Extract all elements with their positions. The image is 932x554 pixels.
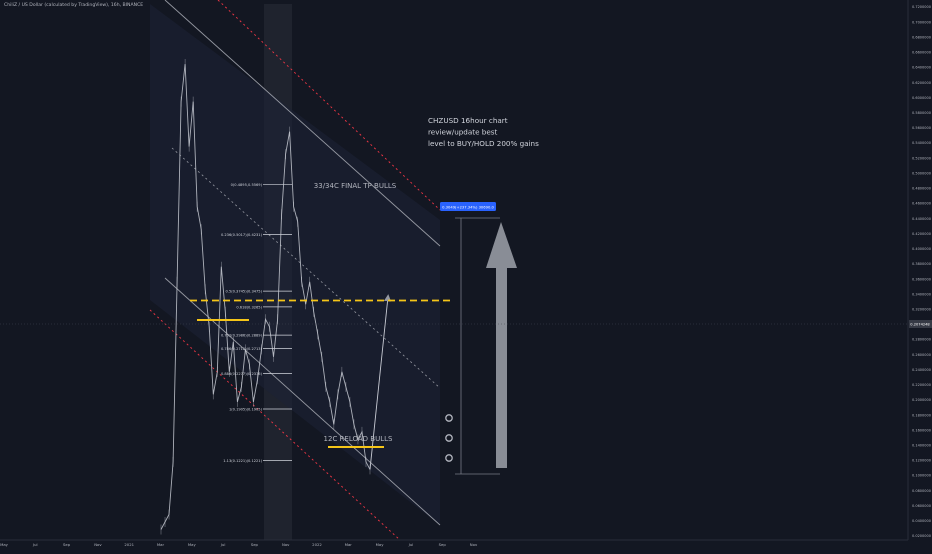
symbol-header: ChiliZ / US Dollar (calculated by Tradin… (4, 3, 144, 8)
time-tick-label: 2021 (124, 542, 134, 547)
chart-background (0, 0, 932, 550)
time-tick-label: May (376, 542, 385, 547)
price-tick-label: 0.3400000 (912, 292, 931, 296)
time-tick-label: 2022 (312, 542, 322, 547)
time-tick-label: Jul (32, 542, 38, 547)
price-tick-label: 0.1200000 (912, 459, 931, 463)
time-tick-label: Nov (282, 542, 290, 547)
price-tick-label: 0.2600000 (912, 353, 931, 357)
price-tick-label: 0.4400000 (912, 217, 931, 221)
price-tick-label: 0.7000000 (912, 20, 931, 24)
analysis-text-line: level to BUY/HOLD 200% gains (428, 139, 539, 148)
price-tick-label: 0.2800000 (912, 338, 931, 342)
price-tick-label: 0.6600000 (912, 51, 931, 55)
analysis-text-line: review/update best (428, 128, 498, 137)
fib-label: 0.618(0.3265) (236, 305, 262, 309)
fib-label: 0.886(0.2277)(0.2376) (221, 372, 263, 376)
price-tick-label: 0.3800000 (912, 262, 931, 266)
price-tick-label: 0.1000000 (912, 474, 931, 478)
price-tick-label: 0.6200000 (912, 81, 931, 85)
fib-label: 1(0.1905)(0.1905) (229, 408, 263, 412)
time-tick-label: Mar (345, 542, 353, 547)
price-tick-label: 0.2000000 (912, 398, 931, 402)
price-tick-label: 0.4800000 (912, 187, 931, 191)
price-tick-label: 0.7200000 (912, 5, 931, 9)
chart-root: 0(0.4895,0.5569) 0.236(0.5017)(0.4231) 0.5… (0, 0, 932, 550)
time-tick-label: Nov (94, 542, 102, 547)
fib-label: 0(0.4895,0.5569) (231, 183, 263, 187)
fib-label: 1.13(0.1221)(0.1221) (223, 459, 262, 463)
price-tick-label: 0.0800000 (912, 489, 931, 493)
time-tick-label: May (0, 542, 9, 547)
fib-label: 0.5(0.3745)(0.3475) (226, 290, 263, 294)
price-tick-label: 0.1400000 (912, 444, 931, 448)
fib-label: 0.786(0.2712)(0.2713) (221, 347, 263, 351)
time-tick-label: Sep (439, 542, 447, 547)
price-tick-label: 0.5800000 (912, 111, 931, 115)
price-label-text: 0.3049(+237.34%) 30690.0 (442, 206, 494, 210)
reload-label: 12C RELOAD BULLS (324, 435, 393, 443)
price-tick-label: 0.5600000 (912, 126, 931, 130)
price-chart[interactable]: 0(0.4895,0.5569) 0.236(0.5017)(0.4231) 0.5… (0, 0, 932, 550)
price-tick-label: 0.1800000 (912, 413, 931, 417)
price-tick-label: 0.0400000 (912, 519, 931, 523)
price-tick-label: 0.6000000 (912, 96, 931, 100)
price-tick-label: 0.2200000 (912, 383, 931, 387)
price-tick-label: 0.1600000 (912, 428, 931, 432)
price-tick-label: 0.5000000 (912, 171, 931, 175)
fib-label: 0.236(0.5017)(0.4231) (221, 233, 263, 237)
time-tick-label: Nov (470, 542, 478, 547)
analysis-text-line: CHZUSD 16hour chart (428, 116, 508, 125)
price-tick-label: 0.4600000 (912, 202, 931, 206)
time-tick-label: Mar (157, 542, 165, 547)
price-tick-label: 0.6800000 (912, 35, 931, 39)
price-tick-label: 0.4000000 (912, 247, 931, 251)
time-tick-label: Sep (63, 542, 71, 547)
price-tick-label: 0.4200000 (912, 232, 931, 236)
price-tick-label: 0.6400000 (912, 66, 931, 70)
price-tick-label: 0.0200000 (912, 534, 931, 538)
time-tick-label: Sep (251, 542, 259, 547)
current-price-value: 0.2074248 (910, 323, 930, 327)
price-tick-label: 0.5400000 (912, 141, 931, 145)
price-tick-label: 0.2400000 (912, 368, 931, 372)
price-tick-label: 0.3600000 (912, 277, 931, 281)
final-tp-label: 33/34C FINAL TP BULLS (314, 182, 397, 190)
price-tick-label: 0.0600000 (912, 504, 931, 508)
time-tick-label: Jul (408, 542, 414, 547)
price-tick-label: 0.5200000 (912, 156, 931, 160)
time-tick-label: May (188, 542, 197, 547)
time-tick-label: Jul (220, 542, 226, 547)
price-tick-label: 0.3200000 (912, 307, 931, 311)
